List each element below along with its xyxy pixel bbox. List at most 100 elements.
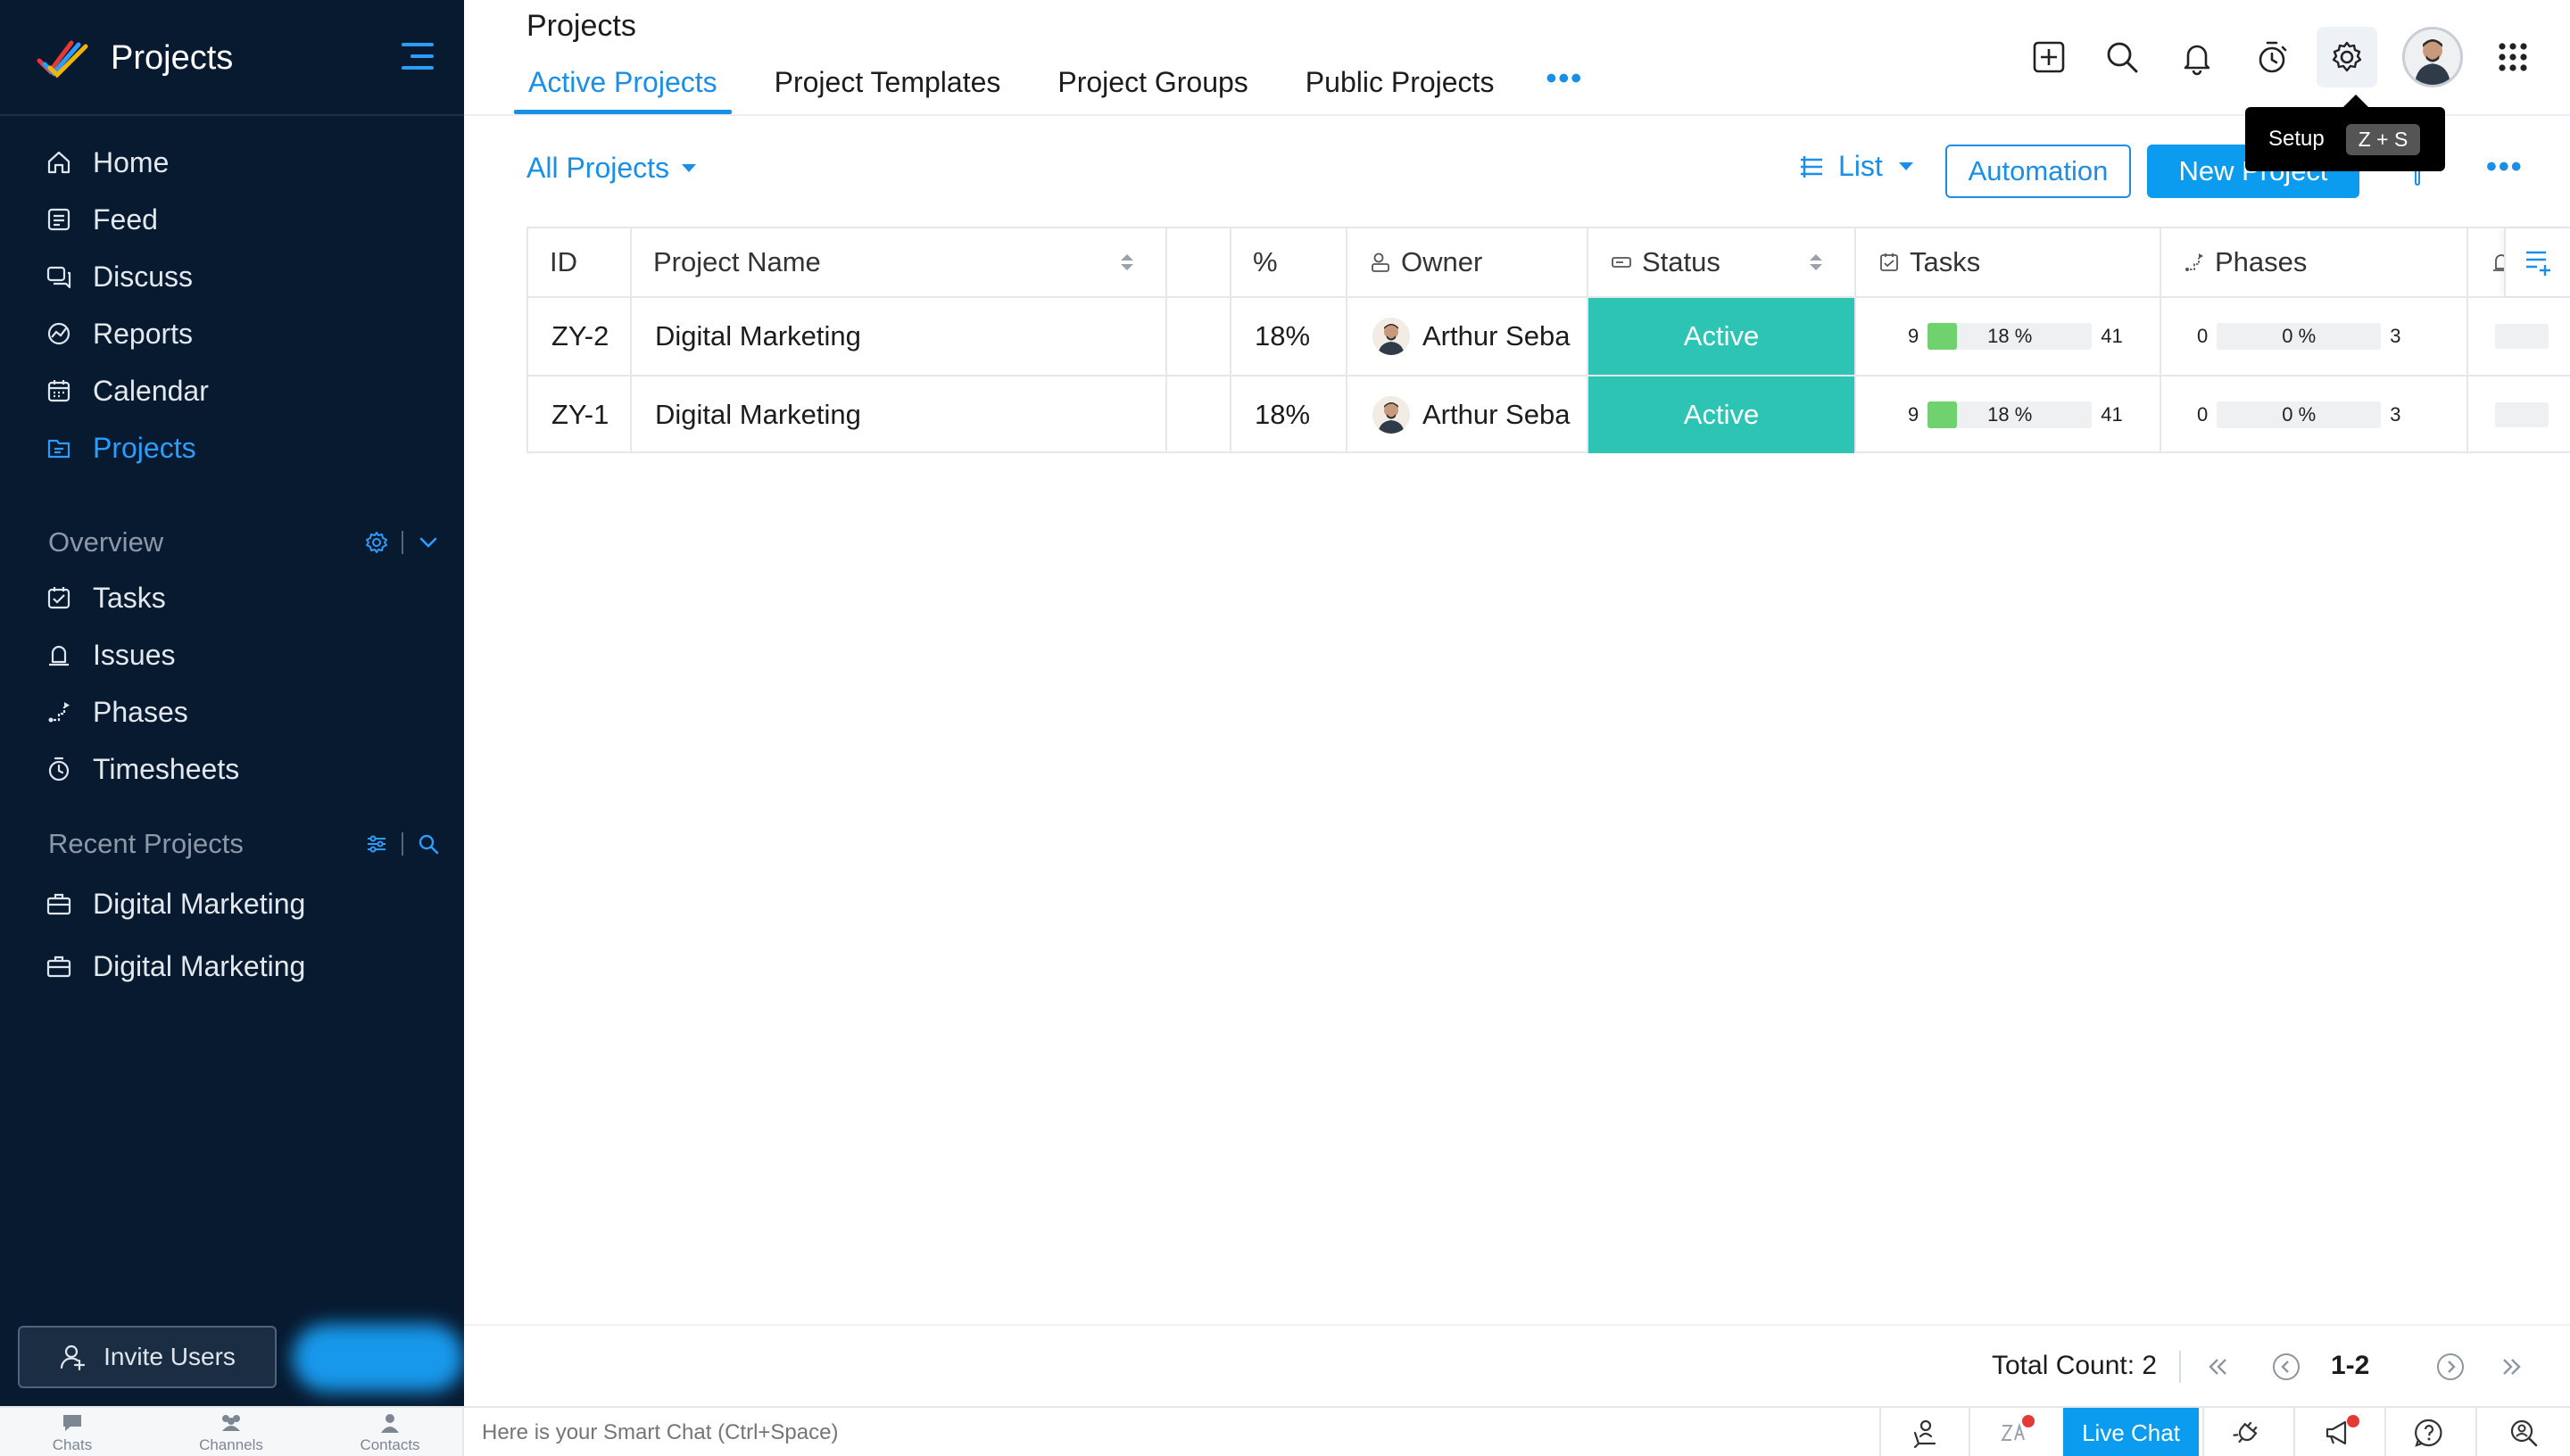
chats-tab[interactable]: Chats: [5, 1411, 139, 1454]
column-header-percent[interactable]: %: [1231, 228, 1347, 296]
partial-progress-bar: [2495, 402, 2549, 427]
closed-phases-count: 3: [2390, 325, 2401, 347]
all-projects-filter[interactable]: All Projects: [526, 152, 697, 185]
phases-icon: [2185, 253, 2203, 271]
last-page-button[interactable]: [2490, 1345, 2533, 1388]
open-tasks-count: 9: [1908, 403, 1919, 426]
collapse-menu-icon[interactable]: [400, 41, 435, 71]
tab-project-groups[interactable]: Project Groups: [1043, 61, 1262, 114]
list-view-selector[interactable]: List: [1797, 150, 1913, 183]
phases-progress-cell[interactable]: 0 0 % 3: [2161, 376, 2468, 453]
smart-chat-input[interactable]: [482, 1408, 1820, 1456]
chat-tabs: Chats Channels Contacts: [0, 1408, 464, 1456]
search-people-button[interactable]: [2475, 1408, 2570, 1456]
sidebar-item-tasks[interactable]: Tasks: [0, 569, 464, 626]
tabs-more-button[interactable]: •••: [1537, 61, 1592, 114]
table-header-row: ID Project Name % Owner Status Tasks Pha…: [528, 228, 2570, 298]
gear-icon[interactable]: [2317, 27, 2377, 87]
row-action-cell[interactable]: [1167, 376, 1231, 453]
phases-progress-cell[interactable]: 0 0 % 3: [2161, 298, 2468, 375]
sort-icon[interactable]: [1810, 254, 1822, 270]
sidebar-item-home[interactable]: Home: [0, 134, 464, 191]
user-avatar[interactable]: [2402, 27, 2463, 87]
add-icon[interactable]: [2019, 27, 2079, 87]
recent-project-item[interactable]: Digital Marketing: [0, 873, 464, 935]
status-badge[interactable]: Active: [1588, 298, 1856, 375]
projects-logo-icon: [36, 36, 89, 80]
bottom-bar: Chats Channels Contacts Live Chat: [0, 1406, 2570, 1456]
top-header: Projects Active Projects Project Templat…: [464, 0, 2570, 116]
column-header-project-name[interactable]: Project Name: [632, 228, 1167, 296]
recent-project-item[interactable]: Digital Marketing: [0, 935, 464, 997]
partial-cell: [2468, 376, 2570, 453]
sidebar-item-label: Projects: [93, 431, 196, 464]
sidebar-item-label: Issues: [93, 638, 176, 671]
project-name[interactable]: Digital Marketing: [632, 376, 1167, 453]
pagination-separator: [2179, 1351, 2181, 1383]
filter-sliders-icon[interactable]: [364, 831, 389, 856]
owner-cell[interactable]: Arthur Seba: [1347, 298, 1588, 375]
project-name[interactable]: Digital Marketing: [632, 298, 1167, 375]
contacts-card-button[interactable]: [1879, 1408, 1967, 1456]
previous-page-button[interactable]: [2265, 1345, 2308, 1388]
column-header-id[interactable]: ID: [528, 228, 632, 296]
recent-projects-list: Digital Marketing Digital Marketing: [0, 873, 464, 997]
overview-section-header: Overview: [48, 523, 441, 562]
search-icon[interactable]: [2092, 27, 2152, 87]
next-page-button[interactable]: [2429, 1345, 2472, 1388]
sidebar-item-phases[interactable]: Phases: [0, 683, 464, 740]
sidebar-item-timesheets[interactable]: Timesheets: [0, 740, 464, 798]
zia-button[interactable]: [1969, 1408, 2056, 1456]
double-chevron-left-icon: [2209, 1359, 2226, 1375]
sidebar-item-projects[interactable]: Projects: [0, 419, 464, 476]
sidebar-item-calendar[interactable]: Calendar: [0, 362, 464, 419]
first-page-button[interactable]: [2197, 1345, 2240, 1388]
sidebar-item-discuss[interactable]: Discuss: [0, 248, 464, 305]
brand[interactable]: Projects: [36, 32, 233, 84]
help-button[interactable]: [2384, 1408, 2472, 1456]
search-icon[interactable]: [416, 831, 441, 856]
tasks-progress-cell[interactable]: 9 18 % 41: [1856, 376, 2161, 453]
sort-icon[interactable]: [1121, 254, 1133, 270]
discuss-icon: [45, 262, 73, 291]
announcements-button[interactable]: [2293, 1408, 2381, 1456]
contacts-tab[interactable]: Contacts: [323, 1411, 457, 1454]
invite-users-button[interactable]: Invite Users: [18, 1326, 277, 1388]
toolbar-more-button[interactable]: •••: [2486, 150, 2524, 185]
tasks-progress-cell[interactable]: 9 18 % 41: [1856, 298, 2161, 375]
timer-icon[interactable]: [2242, 27, 2302, 87]
sidebar-item-reports[interactable]: Reports: [0, 305, 464, 362]
status-icon: [1612, 257, 1631, 268]
sidebar-item-label: Discuss: [93, 260, 194, 293]
tab-public-projects[interactable]: Public Projects: [1291, 61, 1509, 114]
sidebar-item-label: Feed: [93, 203, 158, 236]
owner-cell[interactable]: Arthur Seba: [1347, 376, 1588, 453]
add-column-button[interactable]: [2504, 228, 2570, 296]
sidebar-item-feed[interactable]: Feed: [0, 191, 464, 248]
project-tabs: Active Projects Project Templates Projec…: [514, 61, 1592, 114]
column-header-status[interactable]: Status: [1588, 228, 1856, 296]
table-row[interactable]: ZY-2 Digital Marketing 18% Arthur Seba A…: [528, 298, 2570, 376]
column-header-phases[interactable]: Phases: [2161, 228, 2468, 296]
channels-tab[interactable]: Channels: [164, 1411, 298, 1454]
calendar-icon: [45, 376, 73, 405]
tab-project-templates[interactable]: Project Templates: [760, 61, 1016, 114]
live-chat-button[interactable]: Live Chat: [2063, 1408, 2199, 1456]
tab-active-projects[interactable]: Active Projects: [514, 61, 732, 114]
phases-percent: 0 %: [2282, 325, 2317, 347]
bell-icon[interactable]: [2167, 27, 2227, 87]
row-action-cell[interactable]: [1167, 298, 1231, 375]
column-header-tasks[interactable]: Tasks: [1856, 228, 2161, 296]
integrations-button[interactable]: [2202, 1408, 2290, 1456]
column-header-owner[interactable]: Owner: [1347, 228, 1588, 296]
automation-button[interactable]: Automation: [1945, 145, 2131, 198]
overview-settings-icon[interactable]: [364, 530, 389, 555]
owner-name: Arthur Seba: [1422, 399, 1571, 430]
chevron-down-icon[interactable]: [416, 530, 441, 555]
status-badge[interactable]: Active: [1588, 376, 1856, 453]
sidebar-item-issues[interactable]: Issues: [0, 626, 464, 683]
projects-icon: [45, 434, 73, 462]
blurred-promo-button[interactable]: [293, 1324, 464, 1392]
table-row[interactable]: ZY-1 Digital Marketing 18% Arthur Seba A…: [528, 376, 2570, 453]
apps-grid-icon[interactable]: [2483, 27, 2543, 87]
